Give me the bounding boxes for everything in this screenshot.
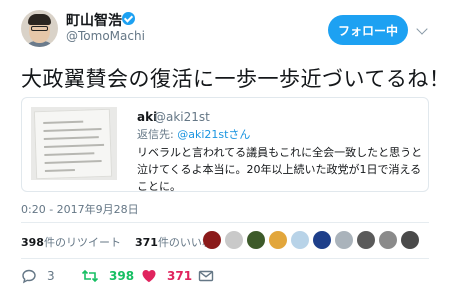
reply-prefix: 返信先: [137, 128, 174, 141]
heart-icon [142, 270, 156, 283]
quoted-author-handle: @aki21st [154, 110, 210, 124]
verified-badge-icon [122, 12, 135, 25]
tweet-actions: 3 398 371 [0, 263, 450, 293]
chevron-down-icon[interactable] [416, 23, 428, 35]
liker-avatar[interactable] [225, 231, 243, 249]
avatar[interactable] [21, 10, 58, 47]
liker-avatar[interactable] [291, 231, 309, 249]
divider [21, 222, 429, 223]
liker-avatar[interactable] [357, 231, 375, 249]
reply-button[interactable]: 3 [21, 268, 55, 284]
liker-avatar[interactable] [313, 231, 331, 249]
liker-avatar[interactable] [203, 231, 221, 249]
following-button[interactable]: フォロー中 [328, 15, 408, 45]
quoted-tweet[interactable]: aki @aki21st 返信先: @aki21stさん リベラルと言われてる議… [21, 97, 429, 193]
retweet-icon [81, 269, 99, 283]
envelope-icon [198, 270, 214, 282]
liker-avatar[interactable] [379, 231, 397, 249]
reply-count: 3 [47, 269, 55, 283]
reply-handle-link[interactable]: @aki21stさん [177, 128, 250, 141]
display-name[interactable]: 町山智浩 [66, 10, 122, 30]
tweet-timestamp[interactable]: 0:20 - 2017年9月28日 [21, 201, 139, 217]
divider [21, 258, 429, 259]
likes-count: 371 [134, 236, 158, 249]
quoted-image[interactable] [31, 107, 117, 180]
engagement-stats: 398件のリツイート 371件のいいね [21, 234, 213, 250]
quoted-text: リベラルと言われてる議員もこれに全会一致したと思うと泣けてくるよ本当に。20年以… [137, 146, 423, 193]
liker-avatar[interactable] [269, 231, 287, 249]
direct-message-button[interactable] [198, 268, 214, 284]
retweets-stat[interactable]: 398件のリツイート [21, 236, 121, 249]
tweet-header: 町山智浩 @TomoMachi フォロー中 [0, 0, 450, 52]
quoted-reply-to: 返信先: @aki21stさん [137, 126, 250, 142]
liker-avatar[interactable] [401, 231, 419, 249]
retweets-count: 398 [21, 236, 44, 249]
liker-avatar[interactable] [335, 231, 353, 249]
retweet-count: 398 [109, 269, 135, 283]
tweet-text: 大政翼賛会の復活に一歩一歩近づいてるね！ [21, 67, 450, 91]
reply-icon [22, 269, 36, 284]
retweet-button[interactable]: 398 [81, 268, 134, 284]
retweets-label: 件のリツイート [43, 236, 121, 249]
liker-avatar[interactable] [247, 231, 265, 249]
user-handle[interactable]: @TomoMachi [66, 29, 145, 43]
likes-stat[interactable]: 371件のいいね [135, 236, 213, 249]
like-count: 371 [167, 269, 193, 283]
like-button[interactable]: 371 [141, 268, 192, 284]
